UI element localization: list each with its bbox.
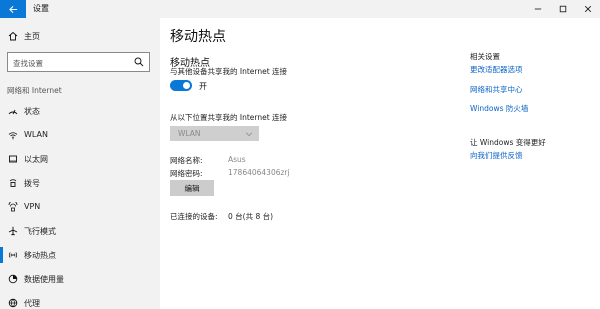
dropdown-value: WLAN bbox=[178, 129, 201, 138]
sidebar-item-label: 状态 bbox=[24, 107, 40, 116]
hotspot-icon bbox=[8, 252, 18, 258]
sidebar-item-dialup[interactable]: 拨号 bbox=[0, 171, 160, 195]
sidebar-item-label: 数据使用量 bbox=[24, 275, 64, 284]
search-placeholder: 查找设置 bbox=[13, 59, 43, 68]
sidebar-item-label: 拨号 bbox=[24, 179, 40, 188]
section-label: 网络和 Internet bbox=[7, 86, 62, 95]
sidebar-item-airplane-mode[interactable]: 飞行模式 bbox=[0, 219, 160, 243]
share-from-label: 从以下位置共享我的 Internet 连接 bbox=[170, 113, 288, 122]
window-title: 设置 bbox=[33, 4, 49, 13]
back-arrow-icon bbox=[8, 5, 17, 13]
home-icon bbox=[8, 31, 18, 41]
network-name-label: 网络名称: bbox=[170, 156, 203, 165]
sidebar-item-label: 飞行模式 bbox=[24, 227, 56, 236]
status-icon bbox=[8, 109, 18, 115]
vpn-icon bbox=[8, 202, 18, 212]
sidebar-item-ethernet[interactable]: 以太网 bbox=[0, 147, 160, 171]
dialup-icon bbox=[9, 179, 17, 187]
sidebar-item-wlan[interactable]: WLAN bbox=[0, 123, 160, 147]
sidebar-item-label: 主页 bbox=[24, 32, 40, 41]
search-icon[interactable] bbox=[134, 57, 144, 67]
sidebar-item-mobile-hotspot[interactable]: 移动热点 bbox=[0, 243, 160, 267]
sidebar-item-label: 移动热点 bbox=[24, 251, 56, 260]
sidebar-item-data-usage[interactable]: 数据使用量 bbox=[0, 267, 160, 291]
maximize-button[interactable] bbox=[550, 0, 575, 18]
data-usage-icon bbox=[8, 274, 18, 284]
windows-firewall-link[interactable]: Windows 防火墙 bbox=[470, 103, 528, 114]
related-settings-title: 相关设置 bbox=[470, 52, 500, 61]
sidebar-item-label: WLAN bbox=[24, 130, 49, 139]
network-password-label: 网络密码: bbox=[170, 169, 203, 178]
sidebar-item-label: 以太网 bbox=[24, 155, 48, 164]
connected-devices-value: 0 台(共 8 台) bbox=[228, 212, 274, 221]
ethernet-icon bbox=[9, 155, 17, 163]
back-button[interactable] bbox=[0, 0, 26, 18]
toggle-label: 开 bbox=[199, 82, 207, 91]
maximize-icon bbox=[559, 5, 566, 13]
selection-indicator bbox=[0, 247, 3, 263]
sidebar: 主页 查找设置 网络和 Internet 状态 WLAN 以太网 拨号 VPN … bbox=[0, 18, 160, 309]
network-sharing-center-link[interactable]: 网络和共享中心 bbox=[470, 84, 523, 95]
minimize-button[interactable] bbox=[525, 0, 550, 18]
sidebar-item-proxy[interactable]: 代理 bbox=[0, 291, 160, 309]
feedback-link[interactable]: 向我们提供反馈 bbox=[470, 150, 523, 161]
title-bar: 设置 bbox=[0, 0, 600, 18]
page-title: 移动热点 bbox=[170, 29, 226, 45]
network-password-value: 17864064306zrj bbox=[228, 168, 290, 177]
change-adapter-options-link[interactable]: 更改适配器选项 bbox=[470, 64, 523, 75]
airplane-icon bbox=[8, 226, 18, 236]
chevron-down-icon bbox=[245, 132, 253, 137]
network-name-value: Asus bbox=[228, 155, 246, 164]
close-icon bbox=[584, 5, 591, 13]
wifi-icon bbox=[8, 132, 18, 140]
edit-button[interactable]: 编辑 bbox=[170, 180, 214, 196]
connected-devices-label: 已连接的设备: bbox=[170, 212, 218, 221]
share-from-dropdown[interactable]: WLAN bbox=[170, 126, 259, 141]
proxy-icon bbox=[8, 298, 18, 308]
sidebar-item-vpn[interactable]: VPN bbox=[0, 195, 160, 219]
improve-windows-title: 让 Windows 变得更好 bbox=[470, 138, 546, 147]
minimize-icon bbox=[534, 8, 541, 10]
hotspot-toggle[interactable] bbox=[170, 80, 192, 91]
sidebar-item-label: VPN bbox=[24, 202, 41, 211]
sidebar-item-status[interactable]: 状态 bbox=[0, 99, 160, 123]
sidebar-item-label: 代理 bbox=[24, 299, 40, 308]
share-description: 与其他设备共享我的 Internet 连接 bbox=[170, 67, 288, 76]
close-button[interactable] bbox=[575, 0, 600, 18]
search-input[interactable]: 查找设置 bbox=[7, 52, 150, 72]
toggle-knob bbox=[183, 82, 190, 89]
sidebar-item-home[interactable]: 主页 bbox=[0, 27, 160, 45]
